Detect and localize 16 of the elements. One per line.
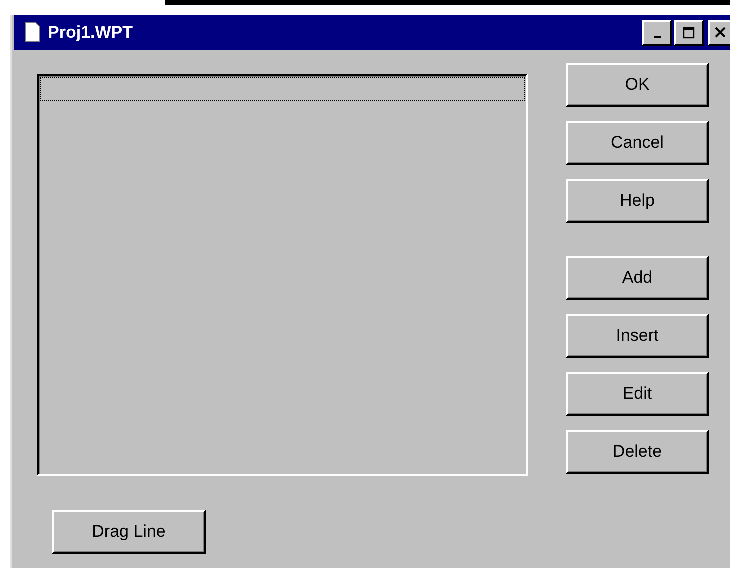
dialog-button[interactable]: Cancel (566, 121, 709, 165)
window-title: Proj1.WPT (48, 22, 134, 42)
dialog-button[interactable]: OK (566, 63, 709, 107)
close-button[interactable] (708, 20, 730, 46)
list-action-button[interactable]: Insert (566, 314, 709, 358)
maximize-button[interactable] (674, 20, 704, 46)
list-action-button[interactable]: Delete (566, 430, 709, 474)
minimize-icon (654, 36, 660, 38)
minimize-button[interactable] (642, 20, 672, 46)
maximize-icon (683, 26, 695, 38)
drag-line-button[interactable]: Drag Line (52, 510, 206, 554)
list-action-button[interactable]: Edit (566, 372, 709, 416)
close-icon (714, 27, 726, 38)
dialog-button[interactable]: Help (566, 179, 709, 223)
document-icon (25, 22, 42, 43)
list-action-button[interactable]: Add (566, 256, 709, 300)
